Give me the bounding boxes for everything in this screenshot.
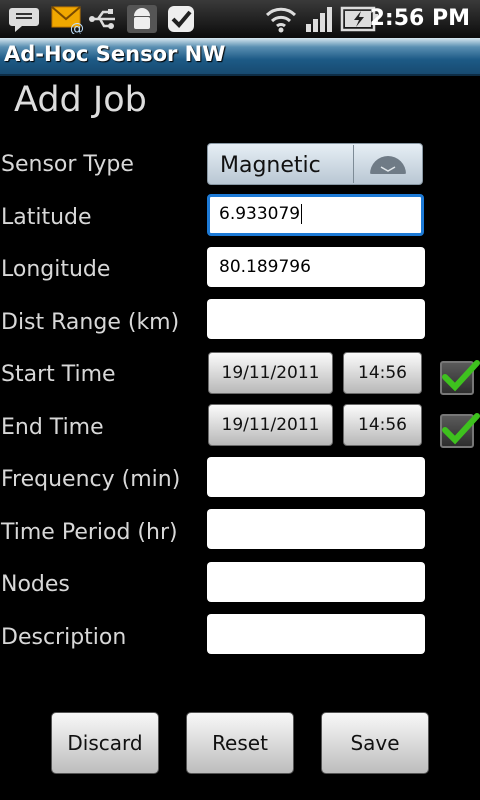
- latitude-input[interactable]: 6.933079: [207, 194, 424, 236]
- end-time-label: End Time: [1, 415, 104, 440]
- time-period-input[interactable]: [207, 509, 425, 549]
- longitude-label: Longitude: [1, 257, 111, 282]
- latitude-label: Latitude: [1, 205, 92, 230]
- start-time-button[interactable]: 14:56: [343, 352, 422, 394]
- sensor-type-label: Sensor Type: [1, 152, 134, 177]
- wifi-icon: [265, 7, 297, 33]
- end-time-checkbox[interactable]: [440, 413, 480, 448]
- page-title: Add Job: [14, 80, 147, 120]
- text-cursor: [301, 204, 303, 224]
- task-check-icon: [168, 6, 194, 32]
- end-date-button[interactable]: 19/11/2011: [208, 404, 333, 446]
- clock: 2:56 PM: [369, 6, 470, 31]
- dropdown-arrow-icon: [370, 156, 406, 174]
- save-button[interactable]: Save: [321, 712, 429, 774]
- start-time-label: Start Time: [1, 362, 116, 387]
- time-period-label: Time Period (hr): [1, 520, 178, 545]
- dist-range-label: Dist Range (km): [1, 310, 180, 335]
- end-time-button[interactable]: 14:56: [343, 404, 422, 446]
- nodes-input[interactable]: [207, 562, 425, 602]
- app-title: Ad-Hoc Sensor NW: [4, 42, 226, 66]
- description-label: Description: [1, 625, 127, 650]
- android-debug-icon: [127, 5, 157, 33]
- usb-icon: [89, 9, 115, 29]
- latitude-value: 6.933079: [219, 204, 301, 224]
- chat-icon: [9, 8, 39, 32]
- frequency-input[interactable]: [207, 457, 425, 497]
- app-title-bar: Ad-Hoc Sensor NW: [0, 38, 480, 76]
- signal-icon: [306, 7, 332, 32]
- longitude-value: 80.189796: [219, 257, 311, 277]
- spinner-divider: [353, 145, 354, 183]
- checkmark-icon: [442, 413, 480, 445]
- start-time-checkbox[interactable]: [440, 360, 480, 395]
- description-input[interactable]: [207, 614, 425, 654]
- longitude-input[interactable]: 80.189796: [207, 247, 425, 287]
- frequency-label: Frequency (min): [1, 467, 181, 492]
- nodes-label: Nodes: [1, 572, 70, 597]
- svg-text:@: @: [70, 21, 84, 34]
- discard-button[interactable]: Discard: [51, 712, 159, 774]
- start-date-button[interactable]: 19/11/2011: [208, 352, 333, 394]
- email-icon: @: [51, 6, 84, 34]
- dist-range-input[interactable]: [207, 299, 425, 339]
- sensor-type-value: Magnetic: [220, 153, 321, 178]
- sensor-type-spinner[interactable]: Magnetic: [207, 143, 423, 185]
- reset-button[interactable]: Reset: [186, 712, 294, 774]
- status-bar: @ 2:56 PM: [0, 0, 480, 39]
- checkmark-icon: [442, 360, 480, 392]
